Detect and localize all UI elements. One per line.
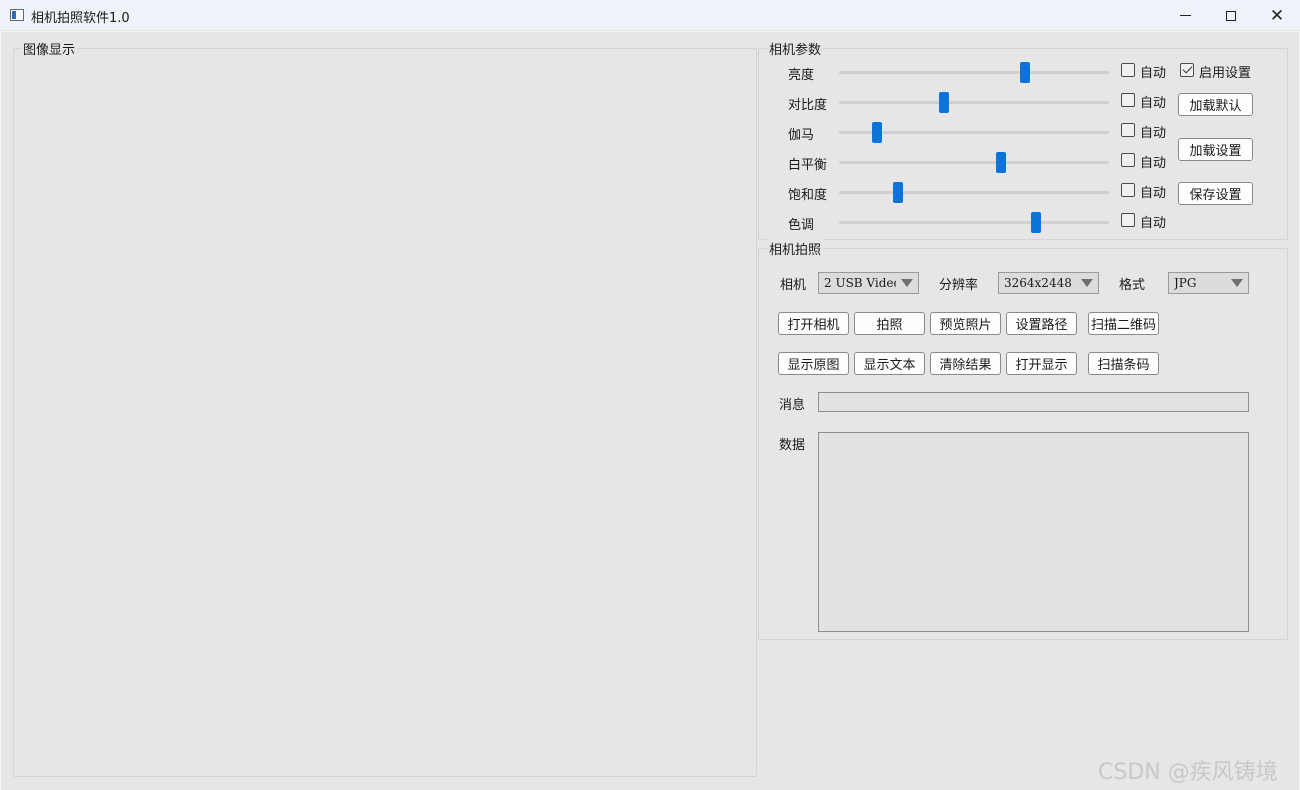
clear-results-button[interactable]: 清除结果 — [930, 352, 1001, 375]
watermark: CSDN @疾风铸境 — [1098, 760, 1278, 785]
brightness-auto-label: 自动 — [1140, 66, 1167, 81]
scan-barcode-button[interactable]: 扫描条码 — [1088, 352, 1159, 375]
maximize-icon — [1226, 10, 1236, 21]
gamma-auto-label: 自动 — [1140, 126, 1167, 141]
white-balance-slider[interactable] — [839, 161, 1109, 164]
saturation-auto-checkbox[interactable] — [1121, 183, 1135, 197]
camera-select[interactable]: 2 USB Video — [818, 272, 919, 294]
white-balance-label: 白平衡 — [788, 158, 828, 173]
capture-photo-button[interactable]: 拍照 — [854, 312, 925, 335]
image-display-area[interactable] — [15, 58, 755, 775]
format-label: 格式 — [1119, 278, 1146, 293]
message-field[interactable] — [818, 392, 1249, 412]
saturation-label: 饱和度 — [788, 188, 828, 203]
client-area: 图像显示 相机参数 启用设置 加载默认 加载设置 保存设置 相机拍照 相机 2 … — [1, 32, 1299, 790]
contrast-label: 对比度 — [788, 98, 828, 113]
gamma-auto-checkbox[interactable] — [1121, 123, 1135, 137]
contrast-auto-label: 自动 — [1140, 96, 1167, 111]
white-balance-auto-label: 自动 — [1140, 156, 1167, 171]
chevron-down-icon — [1081, 279, 1093, 287]
scan-qrcode-button[interactable]: 扫描二维码 — [1088, 312, 1159, 335]
message-label: 消息 — [779, 398, 806, 413]
white-balance-slider-handle[interactable] — [996, 152, 1006, 173]
contrast-auto-checkbox[interactable] — [1121, 93, 1135, 107]
resolution-select[interactable]: 3264x2448 — [998, 272, 1099, 294]
gamma-label: 伽马 — [788, 128, 815, 143]
brightness-slider[interactable] — [839, 71, 1109, 74]
camera-select-value: 2 USB Video — [824, 276, 896, 290]
enable-settings-checkbox[interactable] — [1180, 63, 1194, 77]
hue-auto-label: 自动 — [1140, 216, 1167, 231]
set-path-button[interactable]: 设置路径 — [1006, 312, 1077, 335]
contrast-slider[interactable] — [839, 101, 1109, 104]
brightness-label: 亮度 — [788, 68, 815, 83]
maximize-button[interactable] — [1208, 0, 1254, 31]
close-icon: ✕ — [1269, 5, 1285, 26]
saturation-slider-handle[interactable] — [893, 182, 903, 203]
save-settings-button[interactable]: 保存设置 — [1178, 182, 1253, 205]
format-select-value: JPG — [1174, 276, 1197, 290]
camera-params-title: 相机参数 — [767, 39, 824, 58]
data-label: 数据 — [779, 438, 806, 453]
resolution-label: 分辨率 — [939, 278, 979, 293]
chevron-down-icon — [901, 279, 913, 287]
resolution-select-value: 3264x2448 — [1004, 276, 1072, 290]
white-balance-auto-checkbox[interactable] — [1121, 153, 1135, 167]
hue-label: 色调 — [788, 218, 815, 233]
preview-photo-button[interactable]: 预览照片 — [930, 312, 1001, 335]
hue-slider[interactable] — [839, 221, 1109, 224]
app-icon — [10, 9, 24, 21]
close-button[interactable]: ✕ — [1254, 0, 1300, 31]
gamma-slider-handle[interactable] — [872, 122, 882, 143]
window-title: 相机拍照软件1.0 — [31, 11, 130, 26]
brightness-auto-checkbox[interactable] — [1121, 63, 1135, 77]
open-camera-button[interactable]: 打开相机 — [778, 312, 849, 335]
enable-settings-label: 启用设置 — [1199, 66, 1252, 81]
minimize-button[interactable] — [1162, 0, 1208, 31]
minimize-icon — [1179, 15, 1191, 16]
show-original-button[interactable]: 显示原图 — [778, 352, 849, 375]
load-default-button[interactable]: 加载默认 — [1178, 93, 1253, 116]
data-textarea[interactable] — [818, 432, 1249, 632]
camera-capture-title: 相机拍照 — [767, 239, 824, 258]
contrast-slider-handle[interactable] — [939, 92, 949, 113]
hue-slider-handle[interactable] — [1031, 212, 1041, 233]
format-select[interactable]: JPG — [1168, 272, 1249, 294]
camera-label: 相机 — [780, 278, 807, 293]
saturation-auto-label: 自动 — [1140, 186, 1167, 201]
show-text-button[interactable]: 显示文本 — [854, 352, 925, 375]
title-bar: 相机拍照软件1.0 ✕ — [0, 0, 1300, 31]
saturation-slider[interactable] — [839, 191, 1109, 194]
hue-auto-checkbox[interactable] — [1121, 213, 1135, 227]
chevron-down-icon — [1231, 279, 1243, 287]
load-settings-button[interactable]: 加载设置 — [1178, 138, 1253, 161]
image-display-title: 图像显示 — [21, 39, 78, 58]
open-display-button[interactable]: 打开显示 — [1006, 352, 1077, 375]
brightness-slider-handle[interactable] — [1020, 62, 1030, 83]
